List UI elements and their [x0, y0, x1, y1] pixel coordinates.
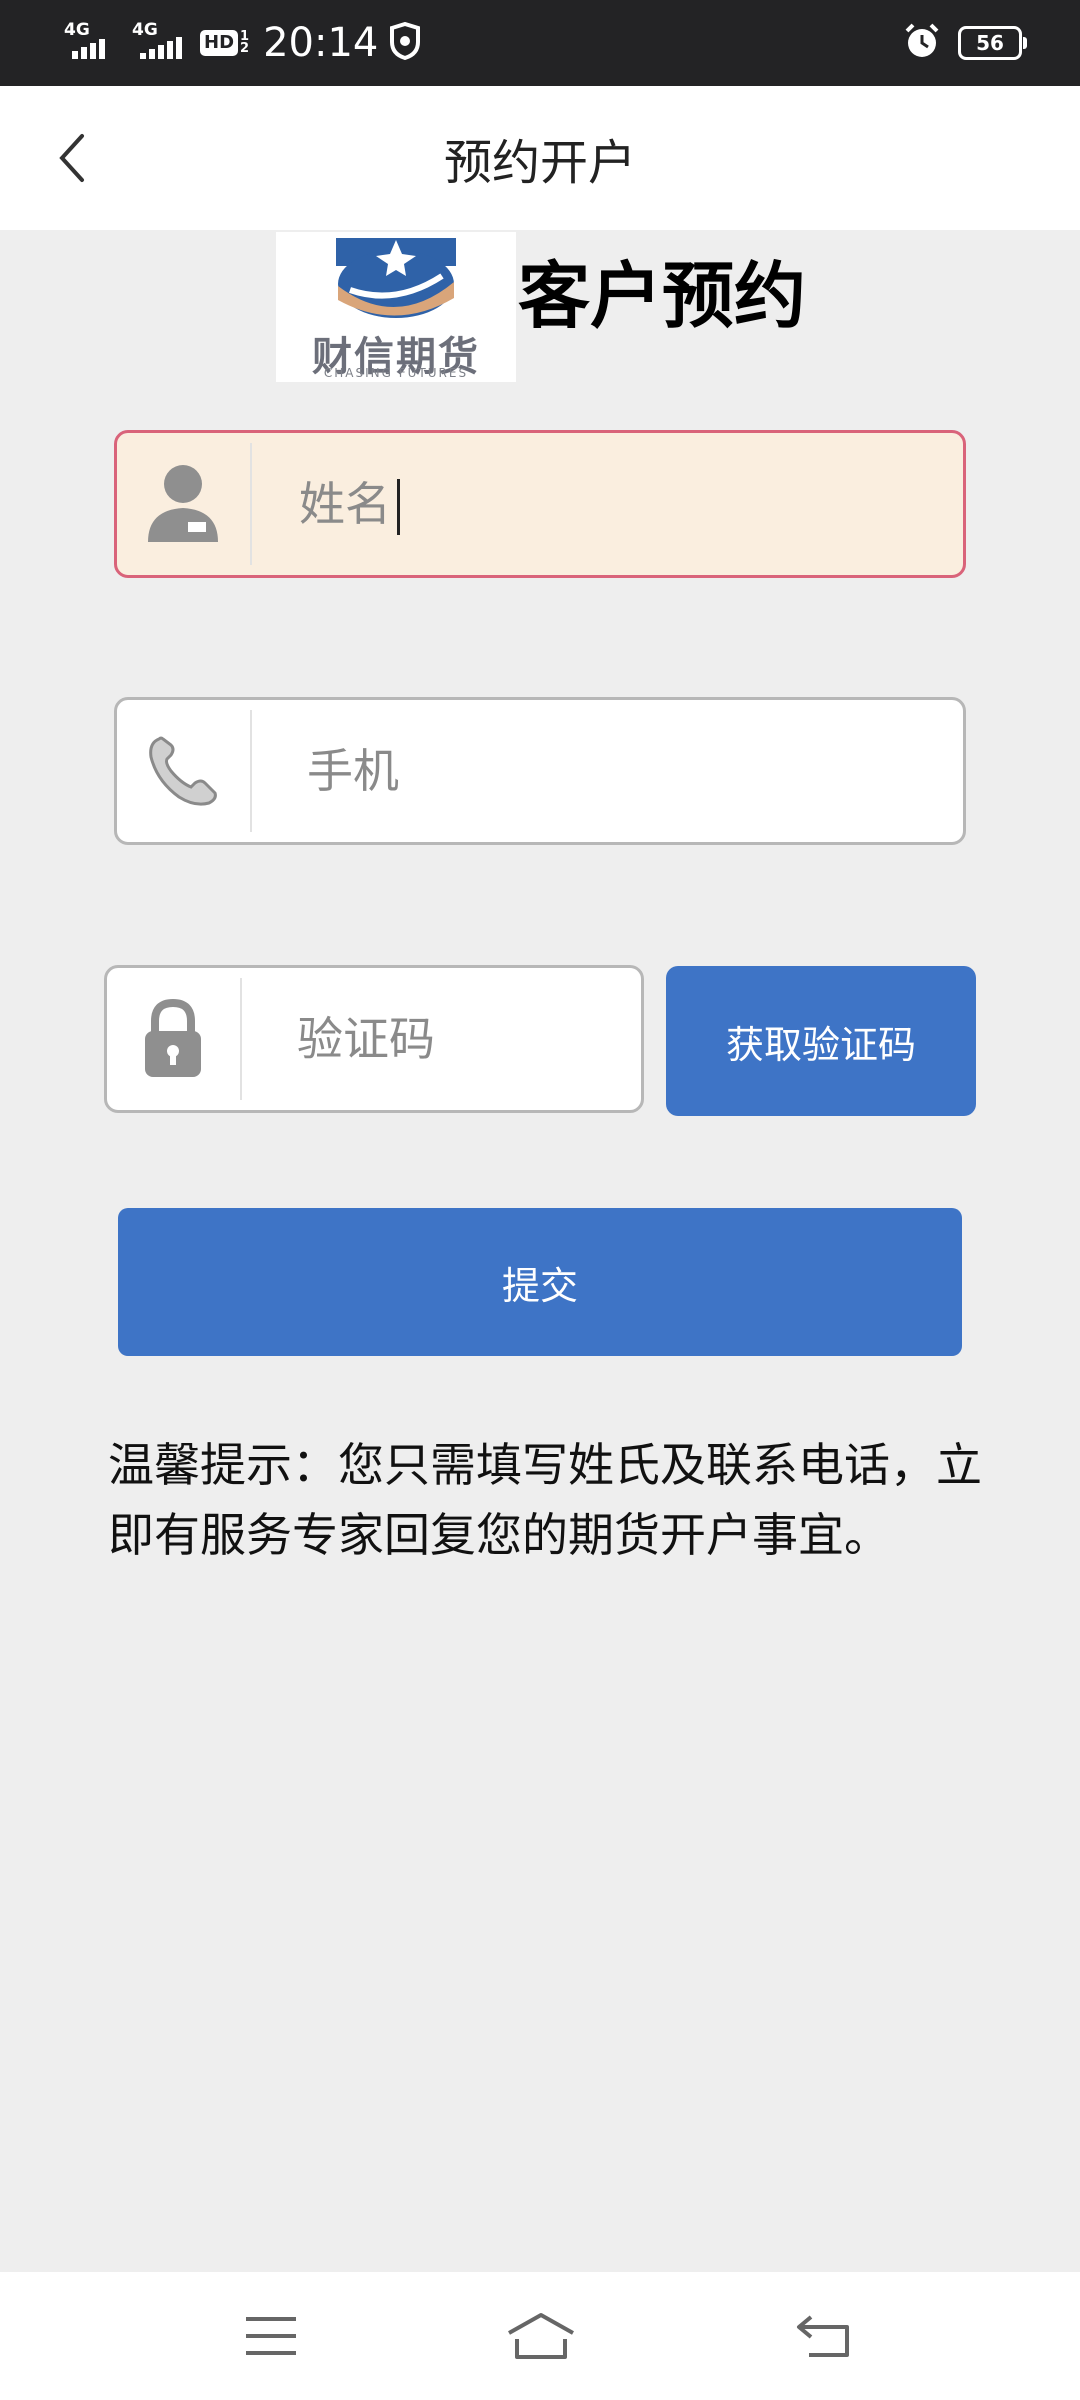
text-cursor [397, 479, 400, 535]
status-time: 20:14 [263, 20, 379, 66]
lock-icon [145, 998, 201, 1077]
hd-voice-badge: HD 1 2 [200, 30, 249, 56]
signal-bars-icon [140, 37, 182, 59]
logo-english-text: CHASING FUTURES [323, 366, 469, 380]
logo-emblem-icon [336, 238, 456, 318]
menu-button[interactable] [226, 2296, 316, 2376]
phone-input[interactable] [257, 700, 953, 842]
system-nav-bar [0, 2272, 1080, 2400]
battery-icon: 56 [958, 26, 1027, 60]
name-input[interactable] [257, 433, 953, 575]
home-button[interactable] [496, 2296, 586, 2376]
signal-bars-icon [72, 39, 105, 59]
verification-code-input[interactable] [247, 968, 631, 1110]
shield-icon [388, 21, 422, 64]
company-logo: 财信期货 CHASING FUTURES [276, 232, 516, 382]
hd-label: HD [200, 30, 239, 56]
status-bar: 4G 4G HD 1 2 20:14 56 [0, 0, 1080, 86]
code-icon-cell [107, 968, 239, 1110]
chevron-left-icon [59, 134, 84, 182]
field-divider [240, 978, 242, 1100]
get-verification-code-button[interactable]: 获取验证码 [666, 966, 976, 1116]
status-left: 4G 4G HD 1 2 20:14 [64, 0, 422, 86]
phone-icon-cell [117, 700, 249, 842]
network-type-1: 4G [64, 20, 90, 40]
back-nav-button[interactable] [778, 2296, 868, 2376]
field-divider [250, 443, 252, 565]
hd-sim-index: 1 2 [240, 30, 250, 56]
page-title: 预约开户 [443, 135, 636, 191]
name-icon-cell [117, 433, 249, 575]
battery-level: 56 [976, 31, 1004, 55]
return-icon [797, 2315, 849, 2357]
back-button[interactable] [30, 116, 114, 200]
menu-icon [246, 2317, 296, 2355]
alarm-icon [902, 21, 942, 65]
tip-text: 温馨提示：您只需填写姓氏及联系电话，立即有服务专家回复您的期货开户事宜。 [108, 1438, 982, 1562]
nav-bar: 预约开户 [0, 86, 1080, 230]
phone-field[interactable] [114, 697, 966, 845]
phone-icon [149, 736, 217, 806]
hd-sim-bottom: 2 [240, 41, 250, 56]
status-right: 56 [902, 0, 1027, 86]
page-heading: 客户预约 [518, 254, 807, 338]
home-icon [508, 2313, 574, 2359]
signal-1: 4G [64, 20, 122, 63]
name-field[interactable] [114, 430, 966, 578]
field-divider [250, 710, 252, 832]
signal-2: 4G [132, 21, 190, 63]
user-icon [148, 465, 218, 542]
submit-button[interactable]: 提交 [118, 1208, 962, 1356]
verification-code-field[interactable] [104, 965, 644, 1113]
